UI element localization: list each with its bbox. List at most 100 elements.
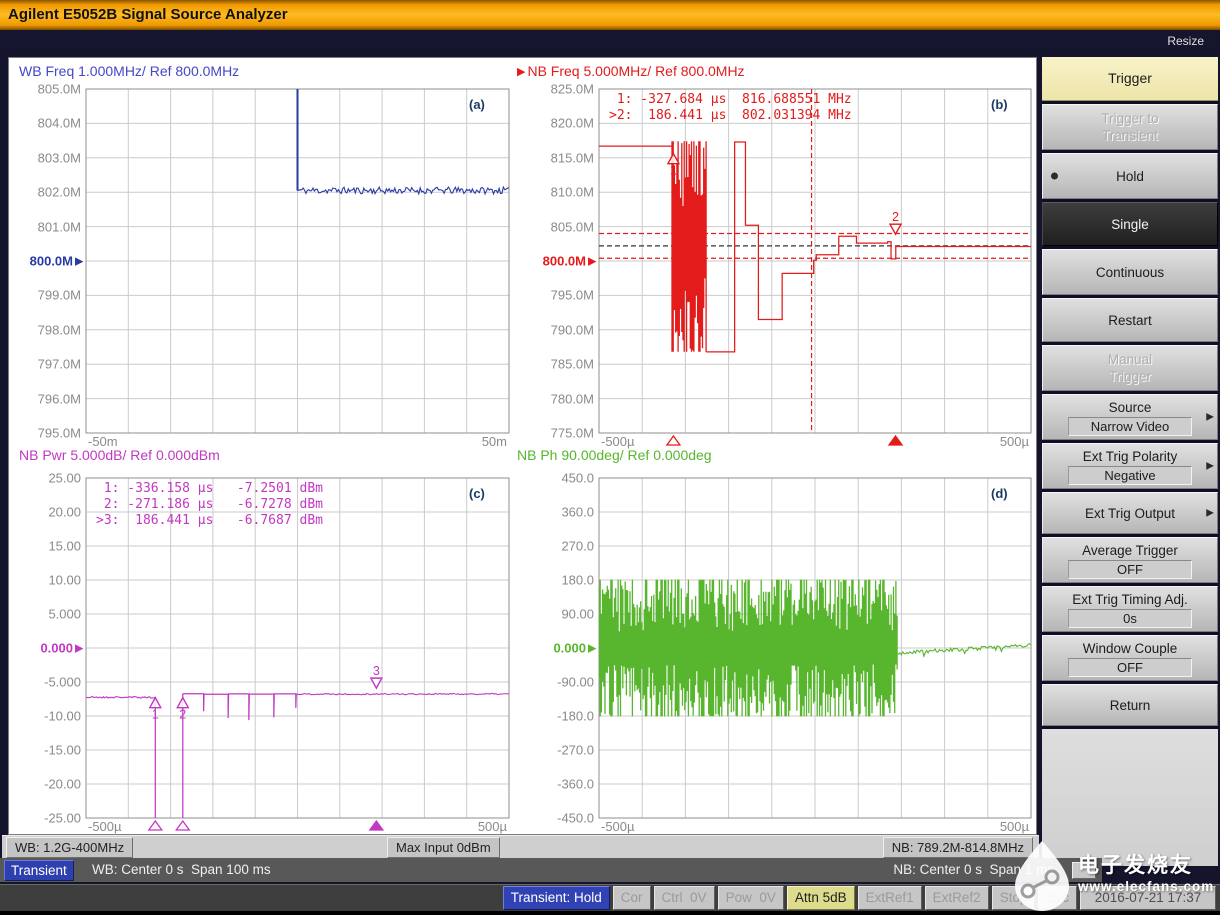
sidebar-item-ext-trig-timing-adj[interactable]: Ext Trig Timing Adj.0s (1042, 586, 1218, 632)
y-tick-label: 795.0M (522, 288, 594, 303)
chart-title-c: NB Pwr 5.000dB/ Ref 0.000dBm (19, 447, 220, 463)
sidebar-item-label: Trigger to Transient (1101, 110, 1158, 144)
y-tick-label: 780.0M (522, 391, 594, 406)
y-tick-label: 798.0M (9, 322, 81, 337)
marker-readout-c: 1: -336.158 µs -7.2501 dBm 2: -271.186 µ… (96, 481, 323, 529)
sidebar-item-label: Ext Trig Output (1085, 505, 1175, 522)
sidebar-item-manual-trigger: Manual Trigger (1042, 345, 1218, 391)
sidebar-item-average-trigger[interactable]: Average TriggerOFF (1042, 537, 1218, 583)
subplot-label-b: (b) (991, 97, 1008, 112)
nb-span-text: NB: Center 0 s Span 1 ms (893, 858, 1054, 882)
sidebar-item-ext-trig-polarity[interactable]: Ext Trig PolarityNegative ▶ (1042, 443, 1218, 489)
svg-text:3: 3 (373, 664, 380, 678)
y-tick-label: 805.0M (522, 219, 594, 234)
y-tick-label: 803.0M (9, 150, 81, 165)
y-tick-label: 360.0 (522, 505, 594, 520)
chart-title-d: NB Ph 90.00deg/ Ref 0.000deg (517, 447, 712, 463)
y-tick-label: 785.0M (522, 357, 594, 372)
ref-level-label: 800.0M (1, 254, 73, 269)
sidebar-item-return[interactable]: Return (1042, 684, 1218, 726)
chart-title-b: ▶NB Freq 5.000MHz/ Ref 800.0MHz (517, 63, 745, 79)
sidebar-item-label: Hold (1116, 168, 1144, 185)
sidebar-item-value: OFF (1068, 560, 1192, 579)
status-cor: Cor (613, 886, 651, 910)
status-transient-hold: Transient: Hold (503, 886, 610, 910)
y-tick-label: 25.00 (9, 471, 81, 486)
y-tick-label: 20.00 (9, 505, 81, 520)
status-stop: Stop (992, 886, 1036, 910)
sidebar-item-value: Narrow Video (1068, 417, 1192, 436)
sidebar-item-label: Source (1109, 399, 1152, 416)
sidebar-item-hold[interactable]: Hold (1042, 153, 1218, 199)
y-tick-label: 790.0M (522, 322, 594, 337)
sidebar-filler (1042, 729, 1218, 866)
y-tick-label: -15.00 (9, 743, 81, 758)
y-tick-label: 180.0 (522, 573, 594, 588)
plot-area-c[interactable]: 123 (86, 478, 509, 832)
sidebar-item-source[interactable]: SourceNarrow Video ▶ (1042, 394, 1218, 440)
sidebar-item-continuous[interactable]: Continuous (1042, 249, 1218, 295)
softkey-menu-title: Trigger (1042, 57, 1218, 101)
sidebar-item-label: Window Couple (1083, 640, 1178, 657)
sidebar-item-restart[interactable]: Restart (1042, 298, 1218, 342)
status-attn: Attn 5dB (787, 886, 855, 910)
span-status-bar: Transient WB: Center 0 s Span 100 ms NB:… (0, 858, 1102, 882)
y-tick-label: 797.0M (9, 357, 81, 372)
resize-button[interactable]: Resize (1167, 30, 1204, 53)
y-tick-label: 795.0M (9, 426, 81, 441)
y-tick-label: -5.000 (9, 675, 81, 690)
nb-range-box: NB: 789.2M-814.8MHz (883, 837, 1033, 858)
submenu-arrow-icon: ▶ (1206, 412, 1214, 423)
status-datetime: 2016-07-21 17:37 (1080, 886, 1216, 910)
plot-area-d[interactable] (599, 478, 1031, 832)
y-tick-label: -10.00 (9, 709, 81, 724)
y-tick-label: 90.00 (522, 607, 594, 622)
y-tick-label: 796.0M (9, 391, 81, 406)
plot-area-a[interactable] (86, 89, 509, 447)
sidebar-item-ext-trig-output[interactable]: Ext Trig Output▶ (1042, 492, 1218, 534)
y-tick-label: 820.0M (522, 116, 594, 131)
sidebar-item-window-couple[interactable]: Window CoupleOFF (1042, 635, 1218, 681)
measurement-mode-badge: Transient (4, 860, 74, 881)
sidebar-item-label: Average Trigger (1082, 542, 1178, 559)
sidebar-item-trigger-to-transient: Trigger to Transient (1042, 104, 1218, 150)
ref-level-label: 800.0M (514, 254, 586, 269)
y-tick-label: -450.0 (522, 811, 594, 826)
softkey-items: Trigger to Transient Hold Single Continuous… (1042, 104, 1218, 729)
y-tick-label: 825.0M (522, 82, 594, 97)
y-tick-label: 15.00 (9, 539, 81, 554)
plot-area-b[interactable]: 12 (599, 89, 1031, 447)
scale-status-bar: WB: 1.2G-400MHz Max Input 0dBm NB: 789.2… (2, 835, 1039, 859)
sidebar-item-value: Negative (1068, 466, 1192, 485)
svg-text:2: 2 (179, 708, 186, 722)
sidebar-item-single[interactable]: Single (1042, 202, 1218, 246)
chart-title-a: WB Freq 1.000MHz/ Ref 800.0MHz (19, 63, 239, 79)
y-tick-label: 802.0M (9, 185, 81, 200)
svg-text:1: 1 (670, 164, 677, 178)
status-extref2: ExtRef2 (925, 886, 989, 910)
sidebar-item-label: Return (1110, 697, 1151, 714)
svg-text:2: 2 (892, 210, 899, 224)
ref-level-label: 0.000 (1, 641, 73, 656)
y-tick-label: 805.0M (9, 82, 81, 97)
sidebar-item-label: Single (1111, 216, 1149, 233)
sidebar-item-label: Ext Trig Polarity (1083, 448, 1178, 465)
chart-panel: WB Freq 1.000MHz/ Ref 800.0MHz 805.0M 804.… (8, 57, 1037, 835)
status-ctrl: Ctrl 0V (654, 886, 715, 910)
y-tick-label: 804.0M (9, 116, 81, 131)
y-tick-label: -20.00 (9, 777, 81, 792)
menu-bar: Resize (0, 30, 1220, 53)
sidebar-item-label: Manual Trigger (1108, 351, 1152, 385)
y-tick-label: -25.00 (9, 811, 81, 826)
y-tick-label: -90.00 (522, 675, 594, 690)
span-bar-handle (1072, 862, 1096, 879)
subplot-label-d: (d) (991, 486, 1008, 501)
y-tick-label: -360.0 (522, 777, 594, 792)
y-tick-label: -180.0 (522, 709, 594, 724)
submenu-arrow-icon: ▶ (1206, 461, 1214, 472)
ref-level-label: 0.000 (514, 641, 586, 656)
wb-range-box: WB: 1.2G-400MHz (6, 837, 133, 858)
wb-span-text: WB: Center 0 s Span 100 ms (92, 858, 271, 882)
y-tick-label: 810.0M (522, 185, 594, 200)
sidebar-item-value: 0s (1068, 609, 1192, 628)
